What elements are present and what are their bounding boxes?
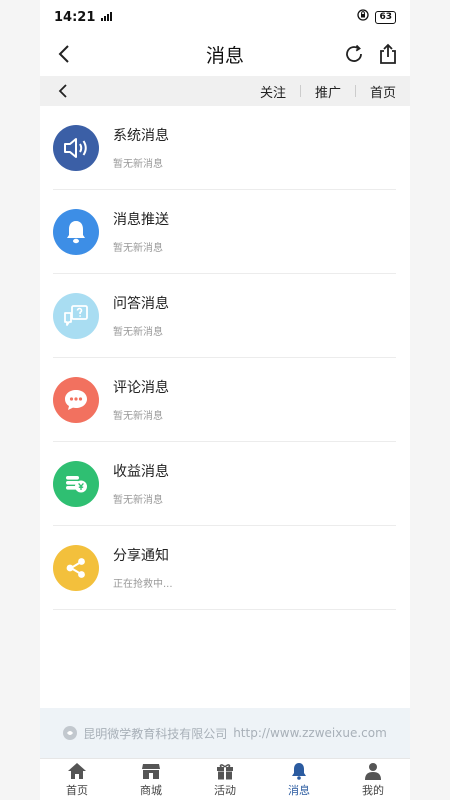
item-title: 评论消息 — [113, 380, 169, 396]
tab-home[interactable]: 首页 — [40, 759, 114, 800]
item-title: 系统消息 — [113, 128, 169, 144]
user-icon — [362, 761, 384, 781]
item-title: 收益消息 — [113, 464, 169, 480]
company-logo-icon — [63, 726, 78, 740]
item-title: 消息推送 — [113, 212, 169, 228]
back-button[interactable] — [50, 40, 78, 68]
battery-indicator: 63 — [375, 10, 396, 24]
nav-link-home[interactable]: 首页 — [356, 82, 410, 101]
home-icon — [66, 761, 88, 781]
app-frame: 14:21 63 消息 关注 推广 首页 系统消息 暂无新消息 消息推送 暂无新… — [40, 0, 410, 800]
bell-icon — [53, 208, 99, 255]
tab-activity[interactable]: 活动 — [188, 759, 262, 800]
comment-icon — [53, 376, 99, 423]
tab-label: 活动 — [214, 784, 236, 797]
status-time: 14:21 — [54, 9, 96, 25]
tab-mine[interactable]: 我的 — [336, 759, 410, 800]
page-title: 消息 — [205, 44, 244, 67]
tab-label: 首页 — [66, 784, 88, 797]
list-item-system[interactable]: 系统消息 暂无新消息 — [53, 106, 396, 190]
tab-label: 我的 — [362, 784, 384, 797]
refresh-icon — [346, 44, 362, 62]
status-bar: 14:21 63 — [40, 0, 410, 34]
sub-back-button[interactable] — [52, 80, 74, 102]
list-item-push[interactable]: 消息推送 暂无新消息 — [53, 190, 396, 274]
item-subtitle: 暂无新消息 — [113, 327, 163, 338]
item-subtitle: 暂无新消息 — [113, 495, 163, 506]
item-subtitle: 暂无新消息 — [113, 411, 163, 422]
title-bar: 消息 — [40, 34, 410, 74]
item-subtitle: 暂无新消息 — [113, 243, 163, 254]
screen-background: 14:21 63 消息 关注 推广 首页 系统消息 暂无新消息 消息推送 暂无新… — [0, 0, 450, 800]
gift-icon — [214, 761, 236, 781]
item-title: 问答消息 — [113, 296, 169, 312]
upload-share-icon — [380, 43, 396, 64]
signal-icon — [101, 11, 117, 24]
company-name: 昆明微学教育科技有限公司 — [83, 726, 228, 741]
item-subtitle: 暂无新消息 — [113, 159, 163, 170]
footer: 昆明微学教育科技有限公司 http://www.zzweixue.com — [40, 708, 410, 758]
item-title: 分享通知 — [113, 548, 169, 564]
share-icon — [53, 544, 99, 591]
question-icon — [53, 292, 99, 339]
speaker-icon — [53, 124, 99, 171]
item-subtitle: 正在抢救中... — [113, 579, 173, 590]
list-item-comment[interactable]: 评论消息 暂无新消息 — [53, 358, 396, 442]
lock-icon — [357, 9, 370, 25]
chevron-left-icon — [58, 84, 67, 98]
message-list: 系统消息 暂无新消息 消息推送 暂无新消息 问答消息 暂无新消息 评论消息 暂无… — [40, 106, 410, 610]
bottom-tab-bar: 首页 商城 活动 消息 我的 — [40, 758, 410, 800]
list-item-share[interactable]: 分享通知 正在抢救中... — [53, 526, 396, 610]
chevron-left-icon — [58, 45, 69, 63]
nav-link-follow[interactable]: 关注 — [246, 82, 300, 101]
list-item-qa[interactable]: 问答消息 暂无新消息 — [53, 274, 396, 358]
tab-label: 消息 — [288, 784, 310, 797]
tab-messages[interactable]: 消息 — [262, 759, 336, 800]
company-url[interactable]: http://www.zzweixue.com — [233, 726, 387, 740]
tab-store[interactable]: 商城 — [114, 759, 188, 800]
sub-nav-bar: 关注 推广 首页 — [40, 76, 410, 106]
share-button[interactable] — [374, 40, 402, 68]
refresh-button[interactable] — [340, 40, 368, 68]
list-item-earnings[interactable]: 收益消息 暂无新消息 — [53, 442, 396, 526]
coins-icon — [53, 460, 99, 507]
bell-icon — [288, 761, 310, 781]
store-icon — [140, 761, 162, 781]
tab-label: 商城 — [140, 784, 162, 797]
nav-link-promote[interactable]: 推广 — [301, 82, 355, 101]
